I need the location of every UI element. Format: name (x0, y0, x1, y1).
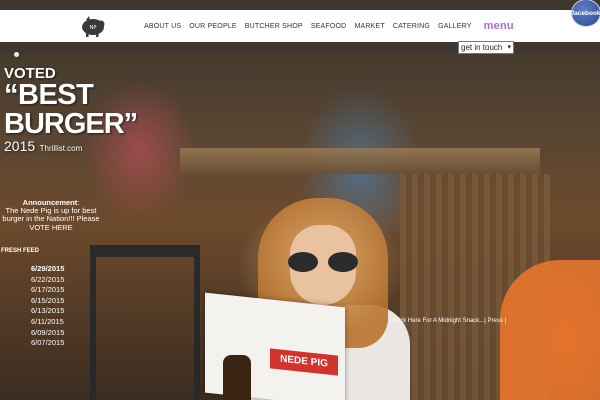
badge-source: Thrillist.com (39, 144, 83, 153)
news-ticker[interactable]: | Click Here For A Midnight Snack...| Pr… (390, 318, 506, 324)
nav-seafood[interactable]: SEAFOOD (307, 23, 351, 30)
get-in-touch-dropdown[interactable]: get in touch ▾ (458, 41, 514, 54)
vote-here-link[interactable]: VOTE HERE (2, 223, 100, 232)
fresh-feed-title: FRESH FEED (1, 248, 40, 254)
feed-date-item[interactable]: 6/15/2015 (31, 296, 64, 307)
voted-best-burger-badge[interactable]: VOTED “BEST BURGER” 2015 Thrillist.com (4, 66, 138, 155)
facebook-label: facebook (572, 10, 600, 17)
feed-date-item[interactable]: 6/07/2015 (31, 338, 64, 349)
announcement-body: The Nede Pig is up for best burger in th… (2, 205, 100, 223)
svg-text:NP: NP (90, 25, 97, 31)
get-in-touch-label: get in touch (461, 43, 503, 52)
badge-best: “BEST (4, 79, 94, 111)
nav-market[interactable]: MARKET (350, 23, 388, 30)
person-orange-shirt (500, 260, 600, 400)
chevron-down-icon: ▾ (507, 44, 511, 51)
bottle (223, 355, 251, 400)
bar-stool (90, 245, 200, 400)
nav-menu[interactable]: menu (476, 20, 518, 32)
badge-year: 2015 (4, 138, 36, 154)
badge-burger: BURGER” (4, 108, 138, 140)
feed-date-item[interactable]: 6/17/2015 (31, 285, 64, 296)
feed-date-item[interactable]: 6/11/2015 (31, 317, 64, 328)
bar-counter (180, 148, 540, 174)
nav-our-people[interactable]: OUR PEOPLE (185, 23, 241, 30)
nav-gallery[interactable]: GALLERY (434, 23, 476, 30)
pig-logo-icon[interactable]: NP (80, 14, 106, 38)
nav-butcher-shop[interactable]: BUTCHER SHOP (241, 23, 307, 30)
slider-dot-icon[interactable] (14, 52, 19, 57)
nav-catering[interactable]: CATERING (389, 23, 434, 30)
feed-date-item[interactable]: 6/13/2015 (31, 306, 64, 317)
nav-about-us[interactable]: ABOUT US (140, 23, 185, 30)
announcement-box: Announcement: The Nede Pig is up for bes… (2, 198, 100, 232)
main-nav: ABOUT US OUR PEOPLE BUTCHER SHOP SEAFOOD… (140, 10, 518, 42)
feed-date-list: 6/29/2015 6/22/2015 6/17/2015 6/15/2015 … (31, 264, 64, 349)
top-strip (0, 0, 600, 10)
facebook-button[interactable]: facebook (571, 0, 600, 27)
feed-date-item[interactable]: 6/29/2015 (31, 264, 64, 275)
feed-date-item[interactable]: 6/22/2015 (31, 275, 64, 286)
feed-date-item[interactable]: 6/09/2015 (31, 328, 64, 339)
sunglasses (288, 252, 358, 274)
